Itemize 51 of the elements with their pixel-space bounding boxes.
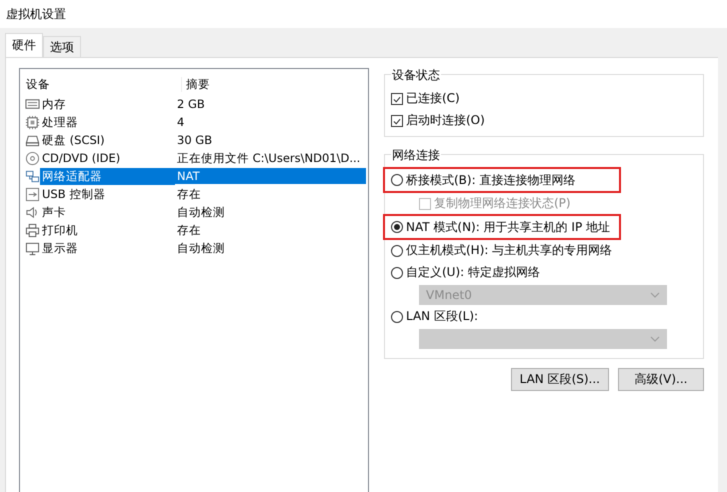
network-icon	[25, 168, 40, 184]
device-summary: 30 GB	[176, 132, 214, 148]
checkbox[interactable]	[391, 92, 403, 104]
device-summary: NAT	[175, 168, 366, 184]
button[interactable]: LAN 区段(S)...	[510, 368, 609, 391]
device-name[interactable]: 硬盘 (SCSI)	[40, 132, 107, 148]
device-summary: 自动检测	[176, 204, 226, 220]
device-summary: 存在	[176, 186, 202, 202]
radio-label: NAT 模式(N): 用于共享主机的 IP 地址	[406, 218, 610, 236]
window-title: 虚拟机设置	[6, 6, 66, 22]
device-name[interactable]: 声卡	[40, 204, 68, 220]
radio-label: LAN 区段(L):	[406, 308, 478, 325]
radio-label: 仅主机模式(H): 与主机共享的专用网络	[406, 242, 612, 259]
tab[interactable]: 硬件	[5, 33, 43, 57]
radio-button[interactable]	[391, 310, 403, 322]
radio-button[interactable]	[391, 266, 403, 278]
device-summary: 正在使用文件 C:\Users\ND01\D...	[176, 150, 362, 166]
button[interactable]: 高级(V)...	[618, 368, 704, 391]
column-header[interactable]: 摘要	[181, 76, 341, 92]
chip-icon	[25, 114, 40, 130]
checkbox-label: 已连接(C)	[406, 90, 460, 107]
usb-icon	[25, 186, 40, 202]
device-name[interactable]: 网络适配器	[40, 168, 175, 184]
device-summary: 自动检测	[176, 240, 226, 256]
radio-button[interactable]	[391, 244, 403, 256]
device-summary: 4	[176, 114, 186, 130]
checkbox[interactable]	[391, 114, 403, 126]
device-name[interactable]: CD/DVD (IDE)	[40, 150, 122, 166]
disc-icon	[25, 150, 40, 166]
device-summary: 2 GB	[176, 96, 206, 112]
radio-label: 自定义(U): 特定虚拟网络	[406, 264, 540, 281]
checkbox-label: 复制物理网络连接状态(P)	[434, 195, 571, 212]
radio-button[interactable]	[391, 221, 403, 233]
group-title: 网络连接	[391, 147, 441, 164]
radio-button[interactable]	[391, 174, 403, 186]
tab[interactable]: 选项	[43, 36, 81, 57]
checkbox-label: 启动时连接(O)	[406, 112, 485, 129]
group-title: 设备状态	[391, 67, 441, 84]
device-name[interactable]: 内存	[40, 96, 68, 112]
chevron-icon	[650, 336, 660, 342]
chevron-icon	[650, 292, 660, 298]
column-header[interactable]: 设备	[20, 76, 181, 92]
device-name[interactable]: 处理器	[40, 114, 80, 130]
device-name[interactable]: USB 控制器	[40, 186, 108, 202]
monitor-icon	[25, 240, 40, 256]
printer-icon	[25, 222, 40, 238]
device-name[interactable]: 打印机	[40, 222, 80, 238]
device-summary: 存在	[176, 222, 202, 238]
device-name[interactable]: 显示器	[40, 240, 80, 256]
radio-label: 桥接模式(B): 直接连接物理网络	[406, 172, 576, 188]
memory-icon	[25, 96, 40, 112]
